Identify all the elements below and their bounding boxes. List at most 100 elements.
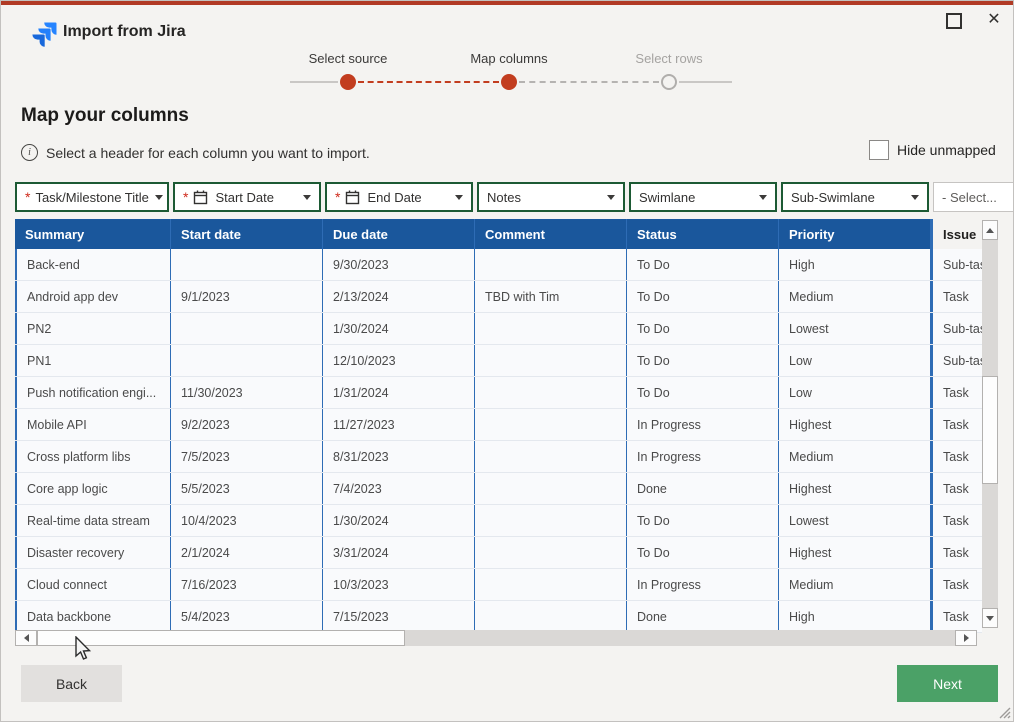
step-dot-1 — [340, 74, 356, 90]
table-cell: Core app logic — [15, 473, 171, 504]
table-row[interactable]: Core app logic5/5/20237/4/2023DoneHighes… — [15, 473, 982, 505]
dropdown-selected-label: End Date — [367, 190, 449, 205]
hide-unmapped-checkbox[interactable] — [869, 140, 889, 160]
table-cell: Done — [627, 601, 779, 632]
column-mapping-dropdown-3[interactable]: * End Date — [325, 182, 473, 212]
table-row[interactable]: Cloud connect7/16/202310/3/2023In Progre… — [15, 569, 982, 601]
table-cell: To Do — [627, 505, 779, 536]
chevron-down-icon — [607, 195, 615, 200]
table-cell: Task — [931, 441, 982, 472]
table-cell: Medium — [779, 441, 931, 472]
vertical-scrollbar[interactable] — [982, 220, 998, 628]
table-cell: Task — [931, 537, 982, 568]
column-mapping-dropdown-5[interactable]: Swimlane — [629, 182, 777, 212]
table-cell: 5/4/2023 — [171, 601, 323, 632]
stepper-connector-line — [519, 81, 659, 83]
arrow-down-icon — [986, 616, 994, 621]
chevron-down-icon — [759, 195, 767, 200]
table-row[interactable]: Data backbone5/4/20237/15/2023DoneHighTa… — [15, 601, 982, 633]
table-cell — [475, 249, 627, 280]
horizontal-scrollbar[interactable] — [15, 630, 977, 646]
table-cell: Sub-task — [931, 249, 982, 280]
chevron-down-icon — [911, 195, 919, 200]
table-cell: Low — [779, 377, 931, 408]
column-header-due-date: Due date — [323, 219, 475, 249]
table-cell — [475, 505, 627, 536]
column-header-issue: Issue — [931, 219, 982, 249]
table-cell: TBD with Tim — [475, 281, 627, 312]
table-row[interactable]: Back-end9/30/2023To DoHighSub-task — [15, 249, 982, 281]
table-row[interactable]: Push notification engi...11/30/20231/31/… — [15, 377, 982, 409]
table-cell — [475, 601, 627, 632]
back-button[interactable]: Back — [21, 665, 122, 702]
table-header-row: SummaryStart dateDue dateCommentStatusPr… — [15, 219, 982, 249]
column-mapping-dropdown-1[interactable]: *Task/Milestone Title — [15, 182, 169, 212]
table-cell: To Do — [627, 249, 779, 280]
table-cell: PN1 — [15, 345, 171, 376]
vertical-scrollbar-thumb[interactable] — [982, 376, 998, 484]
table-cell — [171, 249, 323, 280]
table-row[interactable]: Cross platform libs7/5/20238/31/2023In P… — [15, 441, 982, 473]
required-asterisk: * — [183, 190, 188, 204]
scroll-down-button[interactable] — [982, 608, 998, 628]
table-cell: Back-end — [15, 249, 171, 280]
table-cell: Data backbone — [15, 601, 171, 632]
table-row[interactable]: Disaster recovery2/1/20243/31/2024To DoH… — [15, 537, 982, 569]
table-cell: 10/4/2023 — [171, 505, 323, 536]
dropdown-selected-label: Sub-Swimlane — [791, 190, 905, 205]
table-cell: Medium — [779, 569, 931, 600]
table-cell: Push notification engi... — [15, 377, 171, 408]
page-title: Map your columns — [21, 105, 189, 127]
table-cell — [171, 313, 323, 344]
stepper-connector-line — [358, 81, 499, 83]
table-cell: 2/13/2024 — [323, 281, 475, 312]
table-cell: 3/31/2024 — [323, 537, 475, 568]
table-row[interactable]: Mobile API9/2/202311/27/2023In ProgressH… — [15, 409, 982, 441]
table-cell: High — [779, 601, 931, 632]
table-cell: Medium — [779, 281, 931, 312]
table-cell: 5/5/2023 — [171, 473, 323, 504]
required-asterisk: * — [25, 190, 30, 204]
table-cell: 7/15/2023 — [323, 601, 475, 632]
table-cell: 7/5/2023 — [171, 441, 323, 472]
table-cell: 2/1/2024 — [171, 537, 323, 568]
table-cell: 7/16/2023 — [171, 569, 323, 600]
column-mapping-dropdown-2[interactable]: *Start Date — [173, 182, 321, 212]
scroll-up-button[interactable] — [982, 220, 998, 240]
hide-unmapped-control: Hide unmapped — [869, 140, 996, 160]
table-cell: 11/27/2023 — [323, 409, 475, 440]
table-cell: Task — [931, 569, 982, 600]
table-cell: Done — [627, 473, 779, 504]
table-cell: Sub-task — [931, 345, 982, 376]
scroll-left-button[interactable] — [15, 630, 37, 646]
column-mapping-dropdown-6[interactable]: Sub-Swimlane — [781, 182, 929, 212]
required-asterisk: * — [335, 190, 340, 204]
table-cell: To Do — [627, 313, 779, 344]
next-button[interactable]: Next — [897, 665, 998, 702]
table-cell: To Do — [627, 281, 779, 312]
step-label-1: Select source — [309, 51, 388, 66]
import-from-jira-dialog: Import from Jira ✕ Select sourceMap colu… — [0, 0, 1014, 722]
instruction-text: Select a header for each column you want… — [46, 145, 370, 161]
info-icon: i — [21, 144, 38, 161]
table-cell: Highest — [779, 409, 931, 440]
table-cell — [475, 377, 627, 408]
column-mapping-dropdown-4[interactable]: Notes — [477, 182, 625, 212]
table-cell: Highest — [779, 473, 931, 504]
table-cell — [475, 409, 627, 440]
arrow-left-icon — [24, 634, 29, 642]
resize-grip[interactable] — [995, 703, 1011, 719]
table-cell: 8/31/2023 — [323, 441, 475, 472]
table-cell: Highest — [779, 537, 931, 568]
column-mapping-dropdown-7[interactable]: - Select... — [933, 182, 1014, 212]
table-cell — [475, 313, 627, 344]
scroll-right-button[interactable] — [955, 630, 977, 646]
table-row[interactable]: Real-time data stream10/4/20231/30/2024T… — [15, 505, 982, 537]
table-row[interactable]: PN21/30/2024To DoLowestSub-task — [15, 313, 982, 345]
stepper: Select sourceMap columnsSelect rows — [1, 1, 1013, 101]
dropdown-selected-label: - Select... — [942, 190, 1014, 205]
table-cell: Lowest — [779, 313, 931, 344]
table-cell: Real-time data stream — [15, 505, 171, 536]
table-row[interactable]: Android app dev9/1/20232/13/2024TBD with… — [15, 281, 982, 313]
table-row[interactable]: PN112/10/2023To DoLowSub-task — [15, 345, 982, 377]
